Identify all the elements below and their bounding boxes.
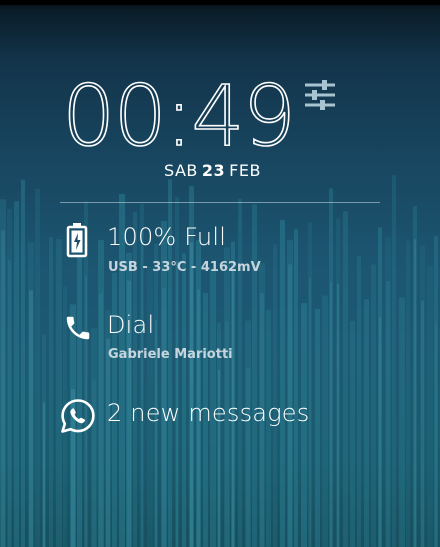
phone-icon xyxy=(63,313,93,343)
battery-status-title[interactable]: 100% Full xyxy=(107,223,226,251)
clock[interactable]: 00:49 xyxy=(61,67,297,165)
dial-title[interactable]: Dial xyxy=(107,311,154,339)
date: SAB 23 FEB xyxy=(164,161,261,180)
battery-icon xyxy=(66,222,88,258)
dial-contact-name: Gabriele Mariotti xyxy=(108,347,233,362)
status-bar-strip xyxy=(0,0,440,5)
whatsapp-notification-title[interactable]: 2 new messages xyxy=(107,399,309,427)
clock-separator: : xyxy=(164,67,194,165)
lockscreen: 00:49 SAB 23 FEB 100% Full USB - 33°C - … xyxy=(0,0,440,547)
divider xyxy=(60,202,380,203)
date-day: 23 xyxy=(201,161,226,180)
whatsapp-icon xyxy=(59,397,97,435)
date-month: FEB xyxy=(229,161,261,180)
sliders-icon[interactable] xyxy=(303,80,337,110)
battery-status-detail: USB - 33°C - 4162mV xyxy=(108,260,261,275)
date-weekday: SAB xyxy=(164,161,198,180)
clock-hours: 00 xyxy=(61,67,167,165)
clock-minutes: 49 xyxy=(190,67,296,165)
